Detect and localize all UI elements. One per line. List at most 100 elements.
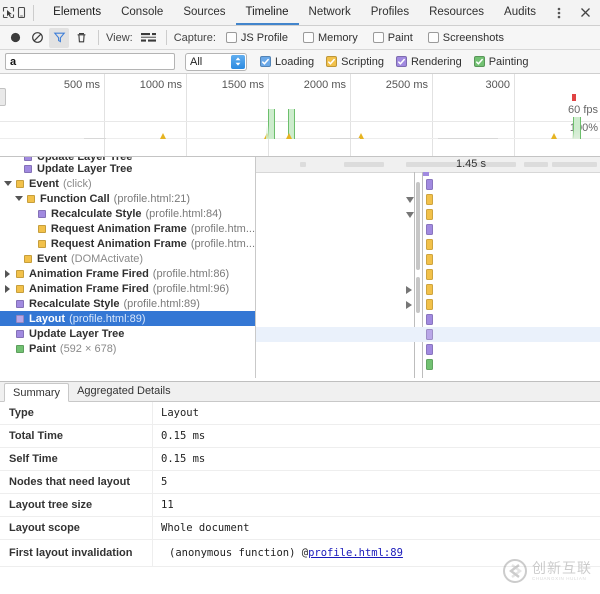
records-tree[interactable]: Update Layer Tree Update Layer Tree Even… — [0, 157, 256, 378]
capture-memory[interactable]: Memory — [299, 32, 358, 44]
expand-twisty-icon[interactable] — [13, 193, 24, 204]
record-circle-icon[interactable] — [5, 28, 25, 48]
record-source-link[interactable]: (profile.html:86) — [153, 268, 229, 280]
waterfall-row[interactable] — [256, 342, 600, 357]
legend-rendering-label: Rendering — [410, 55, 462, 68]
tree-row[interactable]: Request Animation Frame (profile.htm... — [0, 221, 255, 236]
waterfall-row[interactable] — [256, 267, 600, 282]
detail-key: Total Time — [0, 425, 153, 447]
tree-row[interactable]: Request Animation Frame (profile.htm... — [0, 236, 255, 251]
legend-scripting[interactable]: Scripting — [322, 56, 384, 68]
tab-network[interactable]: Network — [299, 0, 361, 25]
tree-row[interactable]: Paint (592 × 678) — [0, 341, 255, 356]
detail-key: Layout tree size — [0, 494, 153, 516]
rendering-checkbox[interactable] — [395, 56, 407, 67]
filter-funnel-icon[interactable] — [49, 27, 69, 48]
tree-row[interactable]: Update Layer Tree — [0, 326, 255, 341]
waterfall-row[interactable] — [256, 252, 600, 267]
waterfall-bar — [426, 344, 433, 355]
detail-value: 0.15 ms — [161, 453, 206, 465]
record-source-link[interactable]: (profile.html:89) — [69, 313, 145, 325]
watermark: 创新互联 CHUANGXIN HULIAN — [502, 558, 592, 584]
capture-paint[interactable]: Paint — [369, 32, 413, 44]
flame-chart-view-icon[interactable] — [139, 28, 159, 48]
record-source-link[interactable]: (profile.html:84) — [146, 208, 222, 220]
record-source-link[interactable]: (profile.html:21) — [114, 193, 190, 205]
expand-twisty-icon[interactable] — [2, 178, 13, 189]
paint-checkbox[interactable] — [372, 32, 384, 43]
device-toggle-icon[interactable] — [15, 1, 28, 25]
waterfall-row[interactable] — [256, 297, 600, 312]
legend-rendering[interactable]: Rendering — [392, 56, 462, 68]
waterfall-row[interactable] — [256, 177, 600, 192]
waterfall-bar — [426, 194, 433, 205]
tree-row[interactable]: Animation Frame Fired (profile.html:96) — [0, 281, 255, 296]
tree-row[interactable]: Update Layer Tree — [0, 161, 255, 176]
capture-screenshots[interactable]: Screenshots — [424, 32, 504, 44]
panel-tabs: Elements Console Sources Timeline Networ… — [43, 0, 546, 25]
overview-event-marker — [551, 133, 557, 139]
waterfall-row[interactable] — [256, 312, 600, 327]
tab-aggregated-details[interactable]: Aggregated Details — [69, 382, 179, 401]
overview-window-handle-left[interactable] — [0, 88, 6, 106]
collapse-twisty-icon[interactable] — [2, 268, 13, 279]
record-source-link[interactable]: (profile.htm... — [191, 238, 255, 250]
tree-row[interactable]: Event (click) — [0, 176, 255, 191]
memory-label: Memory — [317, 31, 358, 44]
filter-input[interactable] — [5, 53, 175, 70]
collapse-twisty-icon[interactable] — [2, 283, 13, 294]
tab-console[interactable]: Console — [111, 0, 173, 25]
detail-row-total-time: Total Time 0.15 ms — [0, 425, 600, 448]
trash-icon[interactable] — [71, 28, 91, 48]
js-profile-checkbox[interactable] — [225, 32, 237, 43]
chevron-updown-icon — [231, 54, 245, 69]
legend-loading[interactable]: Loading — [256, 56, 314, 68]
memory-checkbox[interactable] — [302, 32, 314, 43]
waterfall-expand-icon[interactable] — [406, 197, 414, 203]
more-vertical-icon[interactable] — [546, 1, 572, 25]
scripting-checkbox[interactable] — [326, 56, 338, 67]
legend-painting[interactable]: Painting — [470, 56, 528, 68]
tab-profiles[interactable]: Profiles — [361, 0, 419, 25]
record-detail: (592 × 678) — [59, 342, 117, 355]
tree-row[interactable]: Function Call (profile.html:21) — [0, 191, 255, 206]
detail-value: (anonymous function) @ — [169, 547, 309, 559]
waterfall-row[interactable] — [256, 207, 600, 222]
record-source-link[interactable]: (profile.html:89) — [124, 298, 200, 310]
tab-resources[interactable]: Resources — [419, 0, 494, 25]
tab-audits[interactable]: Audits — [494, 0, 546, 25]
detail-source-link[interactable]: profile.html:89 — [308, 547, 403, 559]
tree-row-selected[interactable]: Layout (profile.html:89) — [0, 311, 255, 326]
screenshots-checkbox[interactable] — [427, 32, 439, 43]
tab-timeline[interactable]: Timeline — [235, 0, 299, 25]
waterfall-row[interactable] — [256, 357, 600, 372]
tree-row[interactable]: Event (DOMActivate) — [0, 251, 255, 266]
waterfall-bar — [426, 209, 433, 220]
waterfall-row[interactable] — [256, 237, 600, 252]
tree-row[interactable]: Recalculate Style (profile.html:89) — [0, 296, 255, 311]
painting-checkbox[interactable] — [473, 56, 485, 67]
overview-memory-curve — [266, 125, 272, 139]
tab-summary[interactable]: Summary — [4, 383, 70, 402]
inspect-cursor-icon[interactable] — [2, 1, 15, 25]
record-source-link[interactable]: (profile.html:96) — [153, 283, 229, 295]
waterfall-row-selected[interactable] — [256, 327, 600, 342]
close-icon[interactable] — [572, 1, 598, 25]
tab-elements[interactable]: Elements — [43, 0, 111, 25]
tree-row[interactable]: Recalculate Style (profile.html:84) — [0, 206, 255, 221]
waterfall-expand-icon[interactable] — [406, 212, 414, 218]
waterfall-row[interactable] — [256, 192, 600, 207]
clear-prohibited-icon[interactable] — [27, 28, 47, 48]
waterfall-row[interactable] — [256, 282, 600, 297]
tab-sources[interactable]: Sources — [173, 0, 235, 25]
loading-checkbox[interactable] — [260, 56, 271, 67]
waterfall-row[interactable] — [256, 222, 600, 237]
timeline-overview[interactable]: 500 ms 1000 ms 1500 ms 2000 ms 2500 ms 3… — [0, 74, 600, 157]
category-select[interactable]: All — [185, 52, 247, 71]
record-source-link[interactable]: (profile.htm... — [191, 223, 255, 235]
waterfall-collapse-icon[interactable] — [406, 301, 412, 309]
records-waterfall[interactable]: 1.45 s — [256, 157, 600, 378]
tree-row[interactable]: Animation Frame Fired (profile.html:86) — [0, 266, 255, 281]
waterfall-collapse-icon[interactable] — [406, 286, 412, 294]
capture-js-profile[interactable]: JS Profile — [222, 32, 288, 44]
